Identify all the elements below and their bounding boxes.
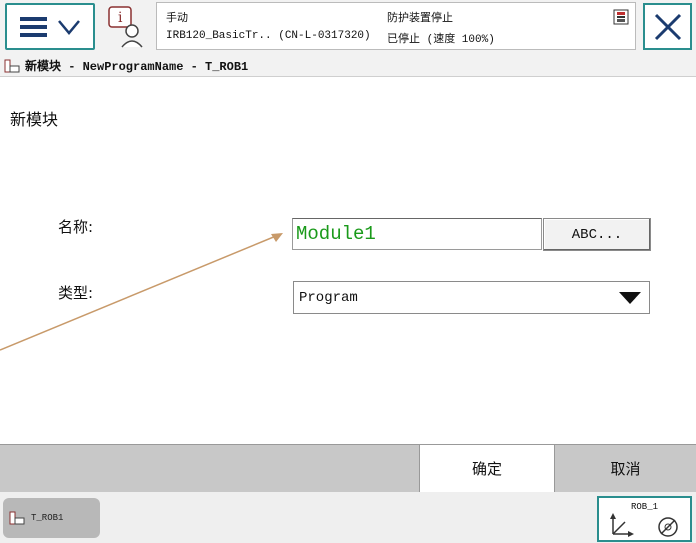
- chevron-down-icon: [58, 19, 80, 35]
- taskbar-item-program[interactable]: T_ROB1: [3, 498, 100, 538]
- info-person-icon: i: [108, 6, 143, 48]
- close-icon: [654, 13, 681, 40]
- ok-button[interactable]: 确定: [419, 445, 555, 492]
- taskbar-item-label: T_ROB1: [31, 513, 64, 523]
- protection-status: 防护装置停止: [387, 13, 453, 25]
- action-bar: 确定 取消: [0, 444, 696, 492]
- status-indicator-icon: [613, 9, 629, 25]
- quickset-button[interactable]: ROB_1: [597, 496, 692, 542]
- no-increment-icon: [658, 517, 678, 537]
- taskbar: T_ROB1 ROB_1: [0, 492, 696, 543]
- close-button[interactable]: [643, 3, 692, 50]
- annotation-arrow: [0, 233, 283, 351]
- new-module-dialog: 新模块 名称: Module1 ABC... 类型: Program: [0, 78, 696, 444]
- event-log-button[interactable]: i: [103, 3, 149, 51]
- window-title-bar: 新模块 - NewProgramName - T_ROB1: [0, 55, 696, 77]
- hamburger-icon: [20, 16, 47, 37]
- cancel-button[interactable]: 取消: [555, 445, 696, 492]
- window-title: 新模块 - NewProgramName - T_ROB1: [25, 60, 249, 74]
- status-panel[interactable]: 手动 IRB120_BasicTr.. (CN-L-0317320) 防护装置停…: [156, 2, 636, 50]
- program-module-icon: [4, 59, 20, 72]
- top-bar: i 手动 IRB120_BasicTr.. (CN-L-0317320) 防护装…: [0, 0, 696, 55]
- svg-text:i: i: [118, 10, 123, 26]
- controller-name: IRB120_BasicTr.. (CN-L-0317320): [166, 30, 371, 42]
- program-module-icon: [9, 511, 25, 525]
- main-menu-button[interactable]: [5, 3, 95, 50]
- jog-coordinate-icon: [610, 513, 634, 537]
- run-status: 已停止 (速度 100%): [387, 34, 495, 46]
- operating-mode: 手动: [166, 13, 188, 25]
